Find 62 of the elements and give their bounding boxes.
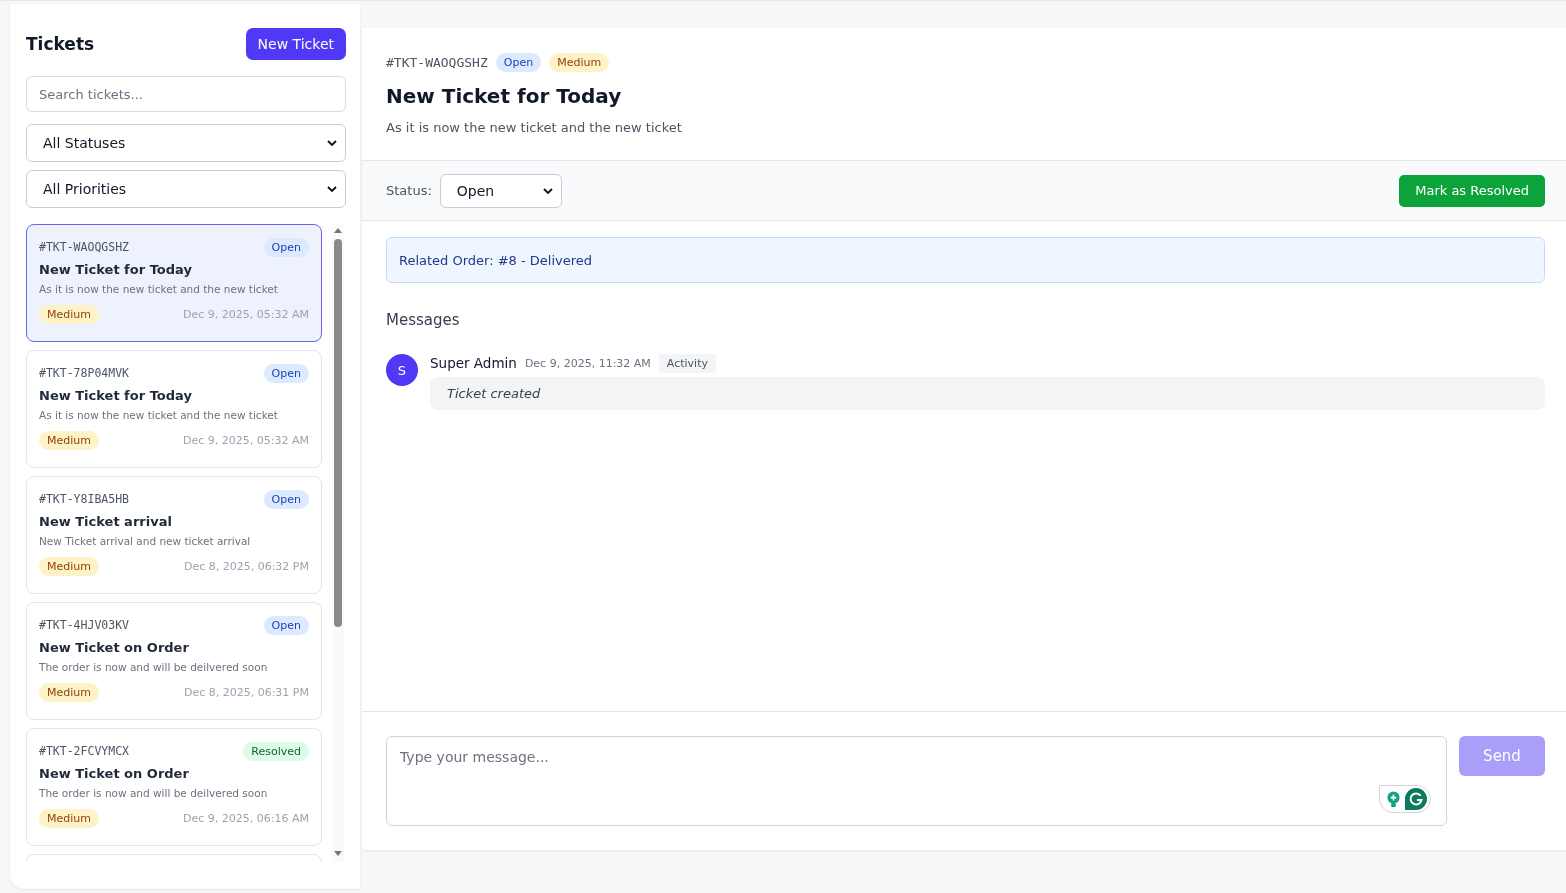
status-label: Status: [386,183,432,198]
ticket-id: #TKT-WAOQGSHZ [386,54,488,70]
lightbulb-icon [1387,790,1400,808]
messages-heading: Messages [386,311,461,329]
ticket-id: #TKT-2FCVYMCX [39,744,129,758]
scrollbar[interactable] [332,224,344,862]
chevron-icon [542,187,553,194]
ticket-description: The order is now and will be deilvered soon [39,661,269,673]
ticket-date: Dec 8, 2025, 06:32 PM [183,559,309,573]
message-bubble: Ticket created [430,377,1545,410]
ticket-id: #TKT-Y8IBA5HB [39,492,129,506]
message-tag: Activity [658,353,716,373]
g-logo-icon [1405,788,1427,810]
ticket-description: As it is now the new ticket and the new ticket [386,120,683,135]
ticket-card[interactable]: #TKT-78P04MVK Open New Ticket for Today As it is now the new ticket and the new ticket Medium Dec 9, 2025, 05:32 AM [26,350,322,468]
status-badge: Open [263,237,309,257]
ticket-title: New Ticket for Today [39,262,193,277]
priority-badge: Medium [39,808,99,828]
search-field[interactable]: Search tickets... [26,76,346,112]
ticket-id: #TKT-78P04MVK [39,366,129,380]
new-ticket-button[interactable]: New Ticket [245,28,346,60]
message-field[interactable]: Type your message... [386,736,1447,826]
ticket-id: #TKT-4HJV03KV [39,618,129,632]
message-time: Dec 9, 2025, 11:32 AM [524,356,651,370]
grammar-widget[interactable] [1379,785,1431,813]
avatar: S [386,354,418,386]
sidebar-title: Tickets [26,34,95,54]
ticket-title: New Ticket for Today [386,84,623,108]
ticket-card[interactable]: #TKT-WAOQGSHZ Open New Ticket for Today As it is now the new ticket and the new ticket Medium Dec 9, 2025, 05:32 AM [26,224,322,342]
status-select[interactable]: Open [439,173,562,208]
status-badge: Open [495,52,542,72]
ticket-description: As it is now the new ticket and the new ticket [39,409,279,421]
filter-select[interactable]: All Priorities [26,170,346,208]
priority-badge: Medium [39,430,99,450]
ticket-card[interactable]: #TKT-4HJV03KV Open New Ticket on Order The order is now and will be deilvered soon Medium Dec 8, 2025, 06:31 PM [26,602,322,720]
priority-badge: Medium [39,556,99,576]
ticket-description: New Ticket arrival and new ticket arrival [39,535,252,547]
ticket-title: New Ticket arrival [39,514,173,529]
status-badge: Open [263,363,309,383]
priority-badge: Medium [39,304,99,324]
ticket-date: Dec 9, 2025, 06:16 AM [183,811,309,825]
ticket-date: Dec 9, 2025, 05:32 AM [183,307,309,321]
ticket-title: New Ticket on Order [39,640,190,655]
ticket-card[interactable]: #TKT-Y8IBA5HB Open New Ticket arrival New Ticket arrival and new ticket arrival Medium Dec 8, 2025, 06:32 PM [26,476,322,594]
ticket-description: As it is now the new ticket and the new ticket [39,283,279,295]
filter-select[interactable]: All Statuses [26,124,346,162]
status-badge: Open [263,489,309,509]
related-order-text: Related Order: #8 - Delivered [399,252,593,268]
ticket-description: The order is now and will be deilvered soon [39,787,269,799]
chevron-icon [327,186,337,192]
status-badge: Resolved [243,741,309,761]
ticket-date: Dec 9, 2025, 05:32 AM [183,433,309,447]
message-author: Super Admin [430,355,517,371]
ticket-card[interactable]: #TKT-2FCVYMCX Resolved New Ticket on Order The order is now and will be deilvered soon Medium Dec 9, 2025, 06:16 AM [26,728,322,846]
priority-badge: Medium [39,682,99,702]
ticket-id: #TKT-WAOQGSHZ [39,240,129,254]
priority-badge: Medium [549,52,610,72]
ticket-title: New Ticket on Order [39,766,190,781]
chevron-icon [327,140,337,146]
ticket-date: Dec 8, 2025, 06:31 PM [183,685,309,699]
status-badge: Open [263,615,309,635]
ticket-title: New Ticket for Today [39,388,193,403]
